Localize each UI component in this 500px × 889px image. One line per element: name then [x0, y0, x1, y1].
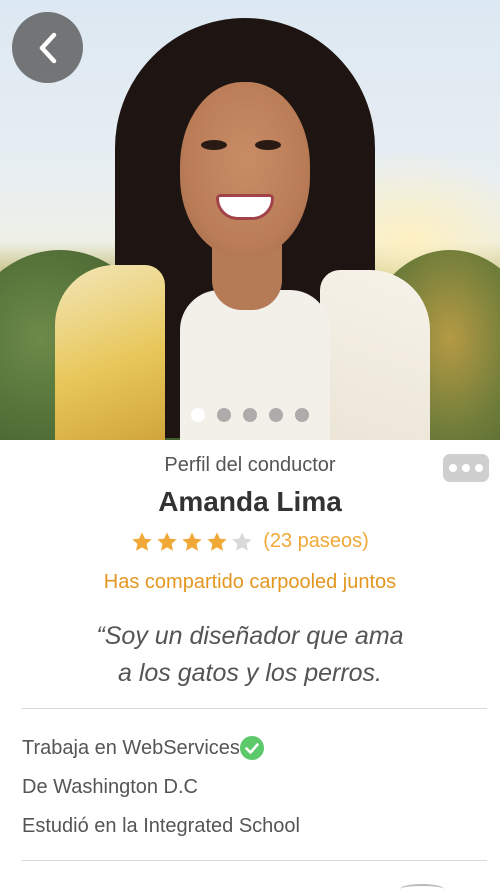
driver-name: Amanda Lima — [158, 486, 342, 517]
check-circle-icon — [239, 736, 264, 760]
star-filled-icon — [207, 531, 227, 551]
back-button[interactable] — [12, 12, 83, 83]
profile-subtitle: Perfil del conductor — [164, 454, 336, 476]
more-options-button[interactable] — [443, 454, 489, 482]
page-dot-5[interactable] — [295, 408, 309, 422]
page-dot-3[interactable] — [243, 408, 257, 422]
hometown-info: De Washington D.C — [22, 776, 198, 798]
driver-quote: “Soy un diseñador que ama a los gatos y … — [50, 618, 450, 692]
rating-row: (23 paseos) — [0, 530, 500, 553]
page-dot-4[interactable] — [269, 408, 283, 422]
portrait-eye-right — [255, 140, 281, 150]
ellipsis-icon-dot — [462, 464, 470, 472]
page-dot-1[interactable] — [191, 408, 205, 422]
ellipsis-icon-dot — [475, 464, 483, 472]
photo-pagination[interactable] — [0, 408, 500, 422]
divider — [22, 708, 487, 709]
rides-count: (23 paseos) — [263, 530, 369, 552]
star-filled-icon — [157, 531, 177, 551]
next-section-peek — [400, 884, 444, 889]
quote-line-1: “Soy un diseñador que ama — [96, 622, 404, 650]
ellipsis-icon-dot — [449, 464, 457, 472]
portrait-eye-left — [201, 140, 227, 150]
divider — [22, 860, 487, 861]
star-rating — [131, 531, 253, 553]
work-text: Trabaja en WebServices — [22, 736, 240, 759]
portrait-face — [180, 82, 310, 257]
quote-line-2: a los gatos y los perros. — [117, 659, 382, 687]
page-dot-2[interactable] — [217, 408, 231, 422]
star-filled-icon — [182, 531, 202, 551]
work-info: Trabaja en WebServices — [22, 736, 264, 760]
star-filled-icon — [132, 531, 152, 551]
chevron-left-icon — [39, 32, 56, 63]
star-empty-icon — [232, 531, 252, 551]
education-info: Estudió en la Integrated School — [22, 815, 300, 837]
shared-rides-note: Has compartido carpooled juntos — [103, 571, 397, 593]
